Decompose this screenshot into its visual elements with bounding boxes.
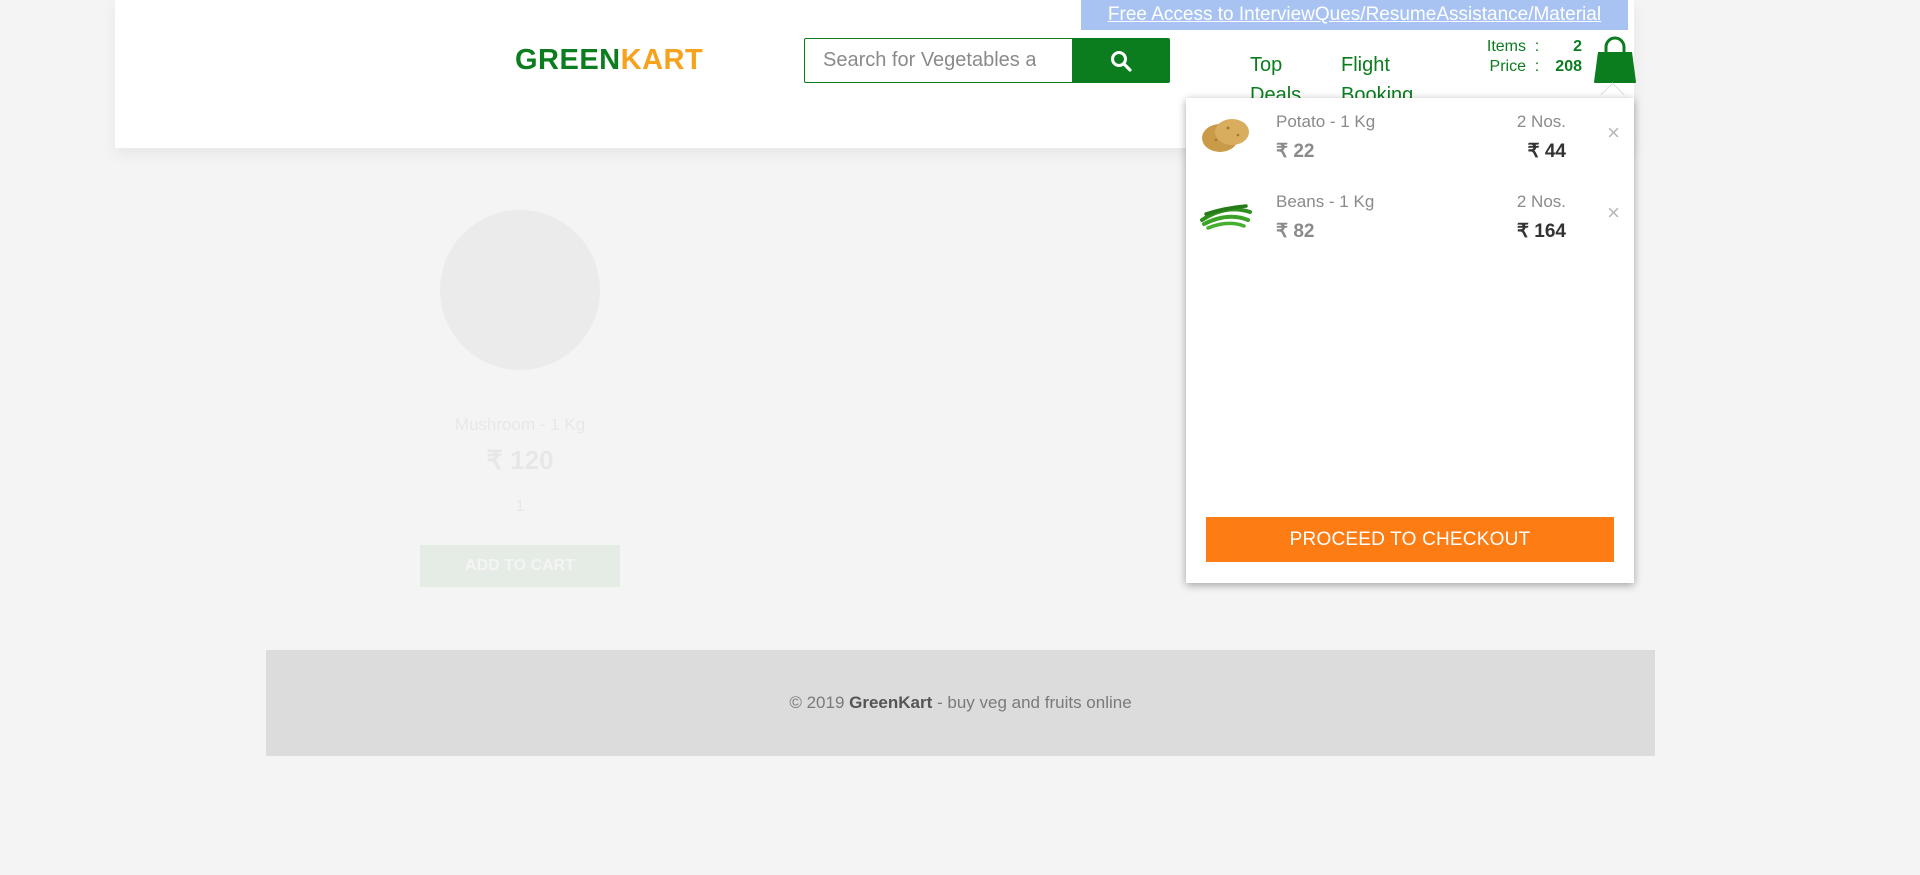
footer-prefix: © 2019 [789,693,850,712]
add-to-cart-button[interactable]: ADD TO CART [420,545,620,587]
cart-item-beans: Beans - 1 Kg ₹ 82 2 Nos. ₹ 164 × [1186,178,1634,248]
cart-item-amount: ₹ 44 [1527,141,1566,162]
product-image [440,210,600,370]
search-bar [804,38,1170,83]
cart-item-potato: Potato - 1 Kg ₹ 22 2 Nos. ₹ 44 × [1186,98,1634,168]
cart-item-qty: 2 Nos. [1516,112,1566,131]
proceed-to-checkout-button[interactable]: PROCEED TO CHECKOUT [1206,517,1614,562]
cart-item-name: Beans - 1 Kg [1276,192,1375,211]
product-card: Mushroom - 1 Kg ₹ 120 1 ADD TO CART [400,180,640,610]
items-separator: : [1534,38,1540,55]
remove-item-button[interactable]: × [1607,202,1620,224]
cart-item-price: ₹ 22 [1276,141,1315,162]
items-label: Items [1486,38,1526,55]
cart-item-name: Potato - 1 Kg [1276,112,1376,131]
price-separator: : [1534,58,1540,75]
search-icon [1111,50,1132,72]
product-price: ₹ 120 [486,445,554,475]
cart-preview: Potato - 1 Kg ₹ 22 2 Nos. ₹ 44 × Beans -… [1186,98,1634,583]
footer-brand: GreenKart [849,693,933,712]
footer-suffix: - buy veg and fruits online [932,693,1132,712]
price-label: Price [1489,58,1526,75]
cart-bag-icon[interactable] [1593,36,1637,84]
cart-item-price: ₹ 82 [1276,221,1315,242]
product-name: Mushroom - 1 Kg [454,415,586,434]
promo-link[interactable]: Free Access to InterviewQues/ResumeAssis… [1081,0,1628,30]
footer: © 2019 GreenKart - buy veg and fruits on… [266,650,1655,756]
beans-image [1200,204,1252,230]
price-total: 208 [1555,58,1582,75]
potato-image [1202,119,1249,152]
brand-logo[interactable]: GREENKART [515,44,703,77]
brand-part-orange: KART [620,44,704,76]
items-count: 2 [1573,38,1582,55]
quantity-stepper[interactable]: 1 [480,498,560,518]
cart-item-qty: 2 Nos. [1516,192,1566,211]
search-input[interactable] [804,38,1072,83]
remove-item-button[interactable]: × [1607,122,1620,144]
search-button[interactable] [1072,38,1170,83]
brand-part-green: GREEN [515,44,621,76]
cart-item-amount: ₹ 164 [1516,221,1566,242]
cart-summary: Items : 2 Price : 208 [1470,37,1582,77]
